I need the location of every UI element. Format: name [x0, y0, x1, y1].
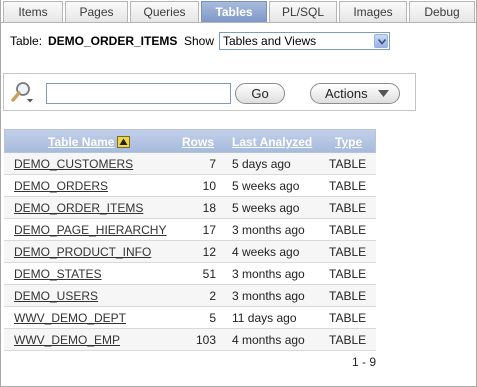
table-row: DEMO_PAGE_HIERARCHY 17 3 months ago TABLE: [4, 219, 376, 241]
last-analyzed: 5 weeks ago: [232, 201, 300, 215]
table-row: DEMO_CUSTOMERS 7 5 days ago TABLE: [4, 153, 376, 175]
tab-plsql[interactable]: PL/SQL: [269, 1, 337, 22]
object-type: TABLE: [329, 201, 367, 215]
last-analyzed: 4 months ago: [232, 333, 305, 347]
row-count: 5: [209, 311, 216, 325]
caret-down-icon: [378, 90, 389, 97]
pagination-label: 1 - 9: [351, 355, 376, 369]
row-count: 7: [209, 157, 216, 171]
show-select-value: Tables and Views: [223, 34, 317, 48]
chevron-down-icon[interactable]: [374, 34, 388, 48]
go-button[interactable]: Go: [235, 83, 285, 104]
last-analyzed: 4 weeks ago: [232, 245, 300, 259]
header-type[interactable]: Type: [335, 130, 362, 154]
row-count: 17: [202, 223, 216, 237]
object-type: TABLE: [329, 311, 367, 325]
table-name-link[interactable]: DEMO_STATES: [14, 263, 102, 285]
table-row: DEMO_ORDER_ITEMS 18 5 weeks ago TABLE: [4, 197, 376, 219]
table-row: DEMO_PRODUCT_INFO 12 4 weeks ago TABLE: [4, 241, 376, 263]
table-row: DEMO_USERS 2 3 months ago TABLE: [4, 285, 376, 307]
tab-tables[interactable]: Tables: [201, 1, 267, 22]
object-type: TABLE: [329, 267, 367, 281]
tab-debug[interactable]: Debug: [409, 1, 475, 22]
row-count: 51: [202, 267, 216, 281]
show-select[interactable]: Tables and Views: [219, 32, 390, 50]
tab-items[interactable]: Items: [3, 1, 63, 22]
table-row: DEMO_STATES 51 3 months ago TABLE: [4, 263, 376, 285]
header-table-name[interactable]: Table Name: [48, 130, 114, 154]
report-body: DEMO_CUSTOMERS 7 5 days ago TABLE DEMO_ORDER…: [4, 153, 376, 351]
object-type: TABLE: [329, 289, 367, 303]
table-name-link[interactable]: DEMO_PAGE_HIERARCHY: [14, 219, 166, 241]
report-header: Table Name Rows Last Analyzed Type: [4, 129, 376, 153]
last-analyzed: 3 months ago: [232, 289, 305, 303]
row-count: 2: [209, 289, 216, 303]
actions-label: Actions: [325, 86, 368, 101]
tab-bar: Items Pages Queries Tables PL/SQL Images…: [1, 0, 476, 22]
last-analyzed: 3 months ago: [232, 223, 305, 237]
tables-report: Table Name Rows Last Analyzed Type DEMO_…: [4, 129, 376, 351]
row-count: 12: [202, 245, 216, 259]
tab-images[interactable]: Images: [339, 1, 407, 22]
object-type: TABLE: [329, 333, 367, 347]
table-name-link[interactable]: DEMO_CUSTOMERS: [14, 153, 133, 175]
table-row: DEMO_ORDERS 10 5 weeks ago TABLE: [4, 175, 376, 197]
object-type: TABLE: [329, 157, 367, 171]
object-type: TABLE: [329, 245, 367, 259]
search-icon[interactable]: [10, 81, 36, 105]
table-name-link[interactable]: DEMO_ORDERS: [14, 175, 108, 197]
sort-ascending-icon[interactable]: [117, 136, 130, 148]
tab-divider: [1, 22, 476, 23]
header-last-analyzed[interactable]: Last Analyzed: [232, 130, 312, 154]
table-row: WWV_DEMO_EMP 103 4 months ago TABLE: [4, 329, 376, 351]
row-count: 103: [195, 333, 216, 347]
last-analyzed: 3 months ago: [232, 267, 305, 281]
table-name-link[interactable]: WWV_DEMO_DEPT: [14, 307, 126, 329]
object-type: TABLE: [329, 179, 367, 193]
table-name-link[interactable]: DEMO_USERS: [14, 285, 98, 307]
actions-button[interactable]: Actions: [310, 83, 400, 104]
last-analyzed: 5 weeks ago: [232, 179, 300, 193]
row-count: 10: [202, 179, 216, 193]
tab-queries[interactable]: Queries: [130, 1, 199, 22]
table-row: WWV_DEMO_DEPT 5 11 days ago TABLE: [4, 307, 376, 329]
search-region: Go Actions: [3, 73, 416, 111]
tab-pages[interactable]: Pages: [65, 1, 128, 22]
table-name-link[interactable]: WWV_DEMO_EMP: [14, 329, 120, 351]
search-input[interactable]: [46, 83, 231, 104]
show-label: Show: [184, 34, 215, 48]
row-count: 18: [202, 201, 216, 215]
last-analyzed: 5 days ago: [232, 157, 291, 171]
header-rows[interactable]: Rows: [182, 130, 214, 154]
table-label: Table:: [10, 34, 43, 48]
table-name-link[interactable]: DEMO_PRODUCT_INFO: [14, 241, 151, 263]
object-type: TABLE: [329, 223, 367, 237]
table-value: DEMO_ORDER_ITEMS: [48, 34, 178, 48]
last-analyzed: 11 days ago: [232, 311, 297, 325]
table-name-link[interactable]: DEMO_ORDER_ITEMS: [14, 197, 143, 219]
